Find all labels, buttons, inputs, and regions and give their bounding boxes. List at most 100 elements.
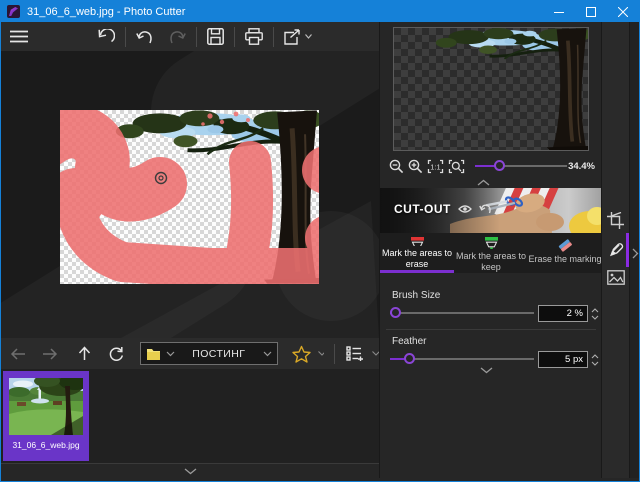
- favorites-chevron[interactable]: [318, 351, 325, 356]
- photo-cutter-window: 31_06_6_web.jpg - Photo Cutter: [0, 0, 640, 482]
- print-icon: [245, 28, 263, 45]
- zoom-percentage: 34.4%: [568, 161, 595, 172]
- panel-expand-strip[interactable]: [629, 22, 640, 478]
- brush-size-spin-arrows[interactable]: [589, 305, 601, 322]
- crop-tool-button[interactable]: [607, 212, 624, 234]
- maximize-button[interactable]: [575, 1, 607, 22]
- app-icon: [7, 5, 20, 18]
- spin-down-chevron: [591, 361, 599, 366]
- collapse-up-chevron[interactable]: [477, 179, 490, 186]
- forward-button[interactable]: [38, 348, 62, 360]
- erase-markings-overlay: [60, 110, 319, 284]
- red-marker-icon: [409, 236, 426, 246]
- mode-toolstrip: [601, 22, 629, 478]
- cutout-banner: CUT-OUT: [380, 188, 602, 233]
- refresh-icon: [108, 346, 124, 362]
- brush-size-slider[interactable]: [390, 307, 534, 319]
- menu-button[interactable]: [3, 24, 35, 50]
- tab-mark-areas-to-keep[interactable]: Mark the areas to keep: [454, 233, 528, 273]
- forward-arrow-icon: [42, 348, 58, 360]
- collapse-section-chevron[interactable]: [480, 367, 493, 374]
- image-tool-button[interactable]: [607, 270, 625, 290]
- collapse-down-chevron: [184, 468, 197, 475]
- back-arrow-icon: [10, 348, 26, 360]
- feather-spin-arrows[interactable]: [589, 351, 601, 368]
- zoom-controls: 1:1 34.4%: [387, 156, 595, 176]
- zoom-in-icon: [408, 159, 423, 174]
- up-arrow-icon: [78, 346, 91, 361]
- folder-icon: [146, 347, 161, 360]
- spin-up-chevron: [591, 354, 599, 359]
- main-toolbar: [1, 22, 379, 51]
- tab-erase-the-marking[interactable]: Erase the marking: [528, 233, 602, 273]
- feather-slider[interactable]: [390, 353, 534, 365]
- toolbar-separator: [196, 27, 197, 47]
- eraser-icon: [556, 236, 574, 252]
- titlebar: 31_06_6_web.jpg - Photo Cutter: [1, 1, 639, 22]
- feather-spinner[interactable]: 5 px: [538, 351, 588, 368]
- spin-down-chevron: [591, 315, 599, 320]
- marking-tabs: Mark the areas to erase Mark the areas t…: [380, 233, 602, 273]
- up-button[interactable]: [74, 346, 95, 361]
- view-options-button[interactable]: [342, 346, 368, 361]
- folder-dropdown-chevron: [166, 351, 175, 357]
- preview-eye-icon[interactable]: [458, 204, 472, 214]
- tool-panel: 1:1 34.4%: [379, 22, 601, 478]
- thumbnail-strip-collapse-bar[interactable]: [1, 463, 379, 478]
- print-button[interactable]: [238, 24, 270, 50]
- hamburger-icon: [10, 30, 28, 43]
- one-to-one-icon: 1:1: [427, 159, 444, 174]
- list-view-icon: [346, 346, 364, 361]
- save-button[interactable]: [200, 24, 231, 50]
- toolbar-separator: [273, 27, 274, 47]
- undo-button[interactable]: [129, 24, 161, 50]
- star-icon: [292, 345, 311, 363]
- expand-right-chevron: [632, 248, 639, 259]
- brush-size-spinner[interactable]: 2 %: [538, 305, 588, 322]
- fit-zoom-icon: [448, 159, 465, 174]
- zoom-in-button[interactable]: [406, 159, 425, 174]
- view-options-chevron[interactable]: [372, 351, 379, 356]
- spin-up-chevron: [591, 308, 599, 313]
- toolbar-separator: [334, 344, 335, 364]
- actual-size-button[interactable]: 1:1: [425, 159, 446, 174]
- redo-button[interactable]: [161, 24, 193, 50]
- undo-icon: [136, 29, 154, 45]
- folder-selector[interactable]: ПОСТИНГ: [140, 342, 278, 365]
- thumbnail-item-selected[interactable]: 31_06_6_web.jpg: [3, 371, 89, 461]
- preview-zoom-slider[interactable]: [475, 160, 567, 172]
- photo-with-markings[interactable]: [60, 110, 319, 284]
- revert-button[interactable]: [89, 24, 122, 50]
- fit-to-window-button[interactable]: [446, 159, 467, 174]
- feather-label: Feather: [392, 336, 426, 347]
- thumbnail-image: [9, 378, 83, 435]
- back-button[interactable]: [6, 348, 30, 360]
- redo-icon: [168, 29, 186, 45]
- minimize-button[interactable]: [543, 1, 575, 22]
- banner-undo-icon[interactable]: [479, 203, 492, 215]
- favorites-button[interactable]: [288, 345, 315, 363]
- zoom-out-button[interactable]: [387, 159, 406, 174]
- save-icon: [207, 28, 224, 45]
- toolbar-separator: [125, 27, 126, 47]
- cutout-banner-label: CUT-OUT: [394, 202, 492, 216]
- share-dropdown-caret: [305, 34, 312, 39]
- tab-mark-areas-to-erase[interactable]: Mark the areas to erase: [380, 233, 454, 273]
- close-button[interactable]: [607, 1, 639, 22]
- share-button[interactable]: [277, 24, 319, 50]
- current-folder-name: ПОСТИНГ: [175, 348, 263, 360]
- preview-tree-image: [394, 28, 588, 150]
- refresh-button[interactable]: [104, 346, 128, 362]
- section-divider: [386, 329, 596, 330]
- svg-text:1:1: 1:1: [430, 162, 440, 171]
- thumbnail-filename: 31_06_6_web.jpg: [12, 440, 79, 450]
- brush-cursor: [154, 171, 168, 185]
- editing-canvas[interactable]: [1, 51, 379, 338]
- cutout-title: CUT-OUT: [394, 202, 451, 216]
- share-icon: [284, 29, 301, 45]
- browser-toolbar: ПОСТИНГ: [1, 338, 379, 369]
- image-icon: [607, 270, 625, 285]
- cutout-tool-button[interactable]: [605, 240, 626, 266]
- cutter-pen-icon: [605, 240, 626, 261]
- window-title: 31_06_6_web.jpg - Photo Cutter: [27, 6, 185, 18]
